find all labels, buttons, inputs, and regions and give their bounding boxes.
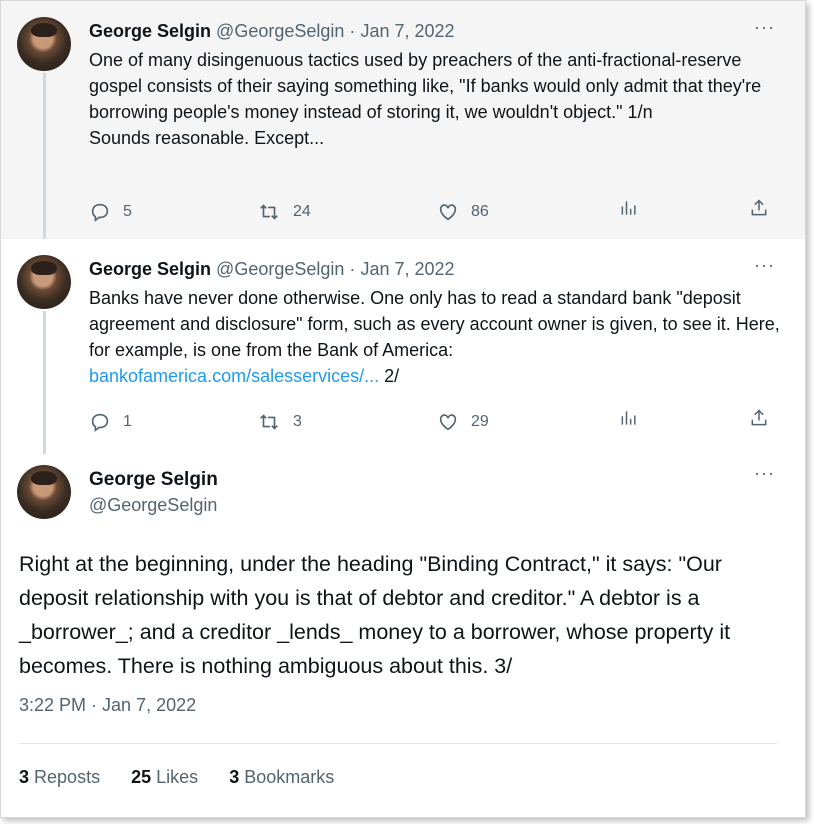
like-count: 86 (471, 203, 489, 220)
more-options-icon[interactable]: ··· (754, 255, 775, 276)
avatar[interactable] (17, 255, 71, 309)
more-options-icon[interactable]: ··· (754, 17, 775, 38)
repost-icon (260, 414, 278, 430)
views-icon (621, 201, 636, 215)
stat-number: 3 (229, 767, 240, 787)
tweet-text: One of many disingenuous tactics used by… (89, 50, 762, 122)
thread-connector-line (43, 73, 46, 255)
author-handle[interactable]: @GeorgeSelgin (216, 21, 344, 41)
stat-number: 25 (131, 767, 152, 787)
avatar[interactable] (17, 465, 71, 519)
views-button[interactable] (619, 197, 639, 219)
views-icon (621, 411, 636, 425)
tweet-header: George Selgin @GeorgeSelgin · Jan 7, 202… (89, 21, 455, 42)
author-name[interactable]: George Selgin (89, 21, 211, 41)
views-button[interactable] (619, 407, 639, 429)
share-button[interactable] (749, 197, 769, 219)
action-bar: 5 24 86 (89, 197, 779, 227)
heart-icon (439, 204, 457, 221)
thread-connector-line (43, 311, 46, 469)
stat-label: Bookmarks (244, 767, 335, 787)
stat-number: 3 (19, 767, 30, 787)
avatar[interactable] (17, 17, 71, 71)
tweet-link[interactable]: bankofamerica.com/salesservices/... (89, 366, 379, 386)
more-options-icon[interactable]: ··· (754, 463, 775, 484)
tweet-thread: George Selgin @GeorgeSelgin · Jan 7, 202… (0, 0, 806, 818)
tweet-date[interactable]: Jan 7, 2022 (360, 21, 454, 41)
likes-stat[interactable]: 25 Likes (131, 767, 198, 788)
reposts-stat[interactable]: 3 Reposts (19, 767, 100, 788)
tweet-body: One of many disingenuous tactics used by… (89, 47, 789, 151)
author-name[interactable]: George Selgin (89, 259, 211, 279)
tweet-text-continued: Sounds reasonable. Except... (89, 128, 325, 148)
share-icon (751, 409, 767, 426)
repost-icon (260, 204, 278, 220)
tweet-body: Banks have never done otherwise. One onl… (89, 285, 789, 389)
repost-count: 3 (293, 413, 302, 430)
share-button[interactable] (749, 407, 769, 429)
separator-dot: · (349, 21, 356, 41)
engagement-stats: 3 Reposts 25 Likes 3 Bookmarks (19, 767, 360, 788)
tweet-timestamp[interactable]: 3:22 PM · Jan 7, 2022 (19, 695, 196, 716)
action-bar: 1 3 29 (89, 407, 779, 437)
heart-icon (439, 414, 457, 431)
stat-label: Likes (156, 767, 199, 787)
repost-button[interactable]: 3 (257, 407, 302, 437)
repost-count: 24 (293, 203, 311, 220)
stat-label: Reposts (34, 767, 101, 787)
reply-icon (91, 413, 109, 432)
repost-button[interactable]: 24 (257, 197, 311, 227)
share-icon (751, 199, 767, 216)
author-name[interactable]: George Selgin (89, 469, 218, 491)
divider (19, 743, 777, 744)
tweet-text-suffix: 2/ (379, 366, 400, 386)
reply-icon (91, 203, 109, 222)
like-button[interactable]: 29 (437, 407, 489, 437)
reply-count: 5 (123, 203, 132, 220)
bookmarks-stat[interactable]: 3 Bookmarks (229, 767, 334, 788)
tweet-date[interactable]: Jan 7, 2022 (360, 259, 454, 279)
reply-button[interactable]: 1 (89, 407, 132, 437)
author-handle[interactable]: @GeorgeSelgin (216, 259, 344, 279)
reply-button[interactable]: 5 (89, 197, 132, 227)
like-button[interactable]: 86 (437, 197, 489, 227)
separator-dot: · (349, 259, 356, 279)
main-tweet-text: Right at the beginning, under the headin… (19, 552, 731, 678)
tweet-header: George Selgin @GeorgeSelgin · Jan 7, 202… (89, 259, 455, 280)
author-handle[interactable]: @GeorgeSelgin (89, 495, 217, 516)
reply-count: 1 (123, 413, 132, 430)
tweet-text: Banks have never done otherwise. One onl… (89, 288, 780, 360)
like-count: 29 (471, 413, 489, 430)
